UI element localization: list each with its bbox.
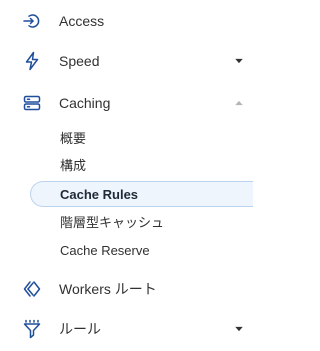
sidebar-item-access[interactable]: Access (0, 0, 253, 42)
sidebar-subitem-label: Cache Reserve (60, 242, 150, 258)
chevron-up-icon[interactable] (233, 97, 245, 109)
lightning-icon (21, 50, 43, 72)
sidebar-subitem-configuration[interactable]: 構成 (30, 151, 253, 177)
sidebar-item-caching[interactable]: Caching (0, 82, 253, 124)
sidebar-item-label: Speed (59, 53, 100, 69)
sidebar-subitem-label: 構成 (60, 157, 87, 173)
chevron-down-icon[interactable] (233, 55, 245, 67)
workers-icon (21, 278, 43, 300)
sidebar-subitem-label: 階層型キャッシュ (60, 214, 165, 230)
server-icon (21, 92, 43, 114)
access-icon (21, 10, 43, 32)
sidebar-subitem-overview[interactable]: 概要 (30, 124, 253, 150)
sidebar-subitem-label: 概要 (60, 130, 87, 146)
sidebar-item-label: ルール (59, 321, 101, 337)
sidebar-item-speed[interactable]: Speed (0, 40, 253, 82)
funnel-icon (21, 318, 43, 340)
chevron-down-icon[interactable] (233, 323, 245, 335)
sidebar-subitem-label: Cache Rules (60, 186, 139, 202)
sidebar-subitem-tiered-cache[interactable]: 階層型キャッシュ (30, 208, 253, 234)
sidebar-subitem-cache-rules[interactable]: Cache Rules (30, 181, 253, 207)
sidebar-item-rules[interactable]: ルール (0, 308, 253, 350)
sidebar-item-label: Caching (59, 95, 111, 111)
sidebar-item-label: Access (59, 13, 105, 29)
sidebar-item-label: Workers ルート (59, 281, 157, 297)
sidebar-nav: Access Speed Caching 概要 構成 Cache Rules 階… (0, 0, 253, 351)
sidebar-item-workers-routes[interactable]: Workers ルート (0, 268, 253, 310)
sidebar-subitem-cache-reserve[interactable]: Cache Reserve (30, 237, 253, 263)
